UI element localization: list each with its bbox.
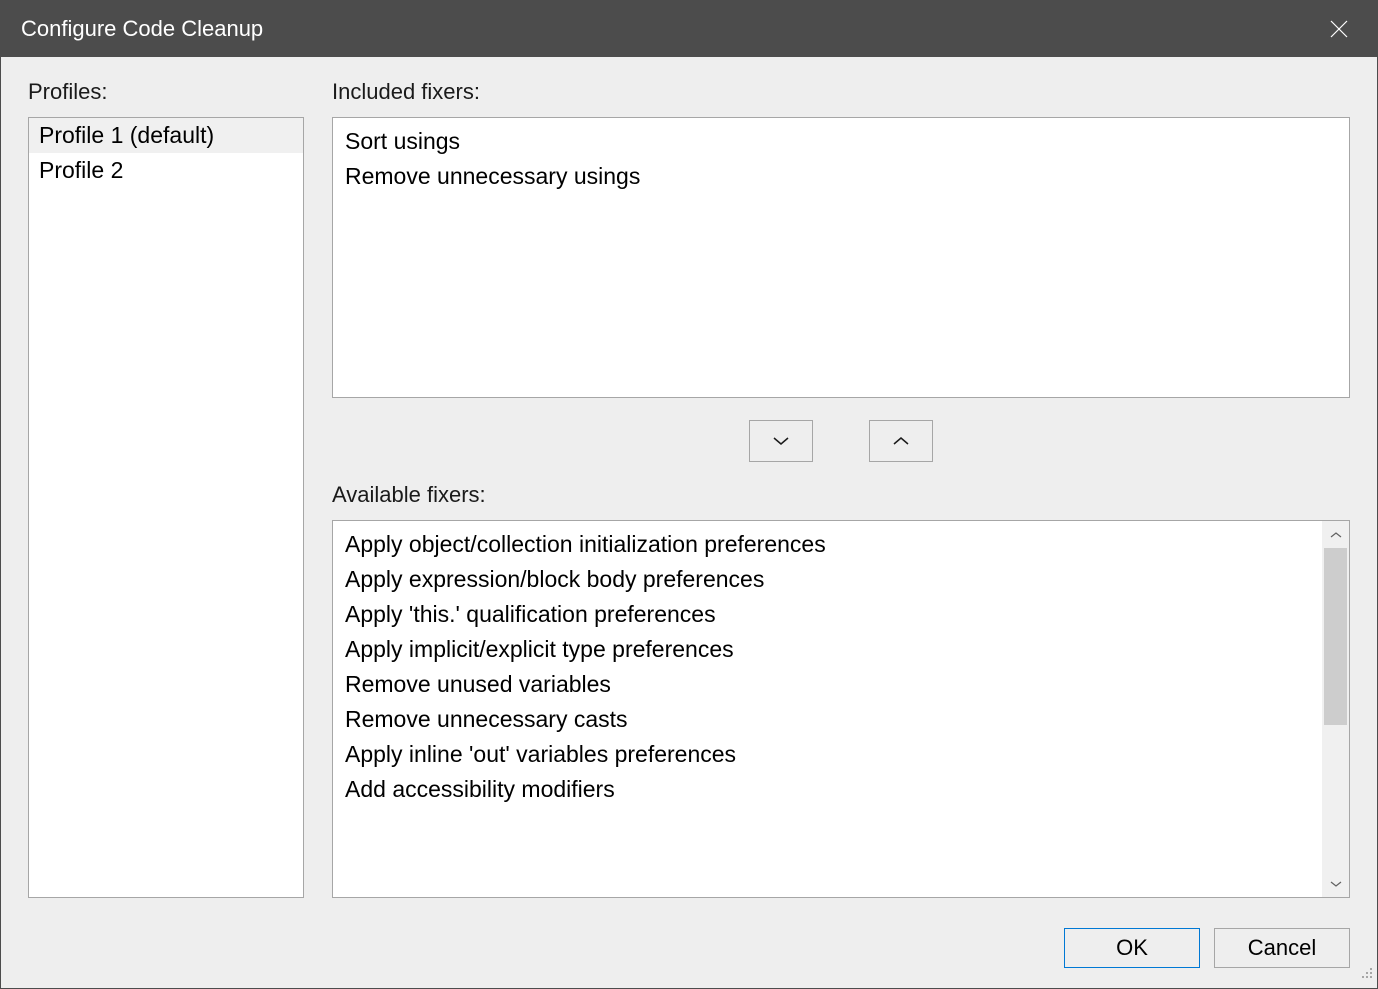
available-fixers-list[interactable]: Apply object/collection initialization p… [333, 521, 1322, 897]
scroll-up-icon [1330, 531, 1342, 539]
fixer-item[interactable]: Add accessibility modifiers [343, 772, 1312, 807]
chevron-up-icon [892, 435, 910, 447]
profiles-list[interactable]: Profile 1 (default) Profile 2 [28, 117, 304, 898]
move-down-button[interactable] [749, 420, 813, 462]
move-buttons-row [332, 398, 1350, 482]
profile-item[interactable]: Profile 1 (default) [29, 118, 303, 153]
included-label: Included fixers: [332, 79, 1350, 105]
available-label: Available fixers: [332, 482, 1350, 508]
resize-grip[interactable] [1358, 964, 1374, 985]
scroll-thumb[interactable] [1324, 548, 1347, 725]
profiles-label: Profiles: [28, 79, 304, 105]
fixers-column: Included fixers: Sort usings Remove unne… [332, 79, 1350, 898]
scroll-up-button[interactable] [1322, 521, 1349, 548]
resize-grip-icon [1358, 964, 1374, 980]
dialog-content: Profiles: Profile 1 (default) Profile 2 … [1, 57, 1377, 988]
fixer-item[interactable]: Apply 'this.' qualification preferences [343, 597, 1312, 632]
scrollbar[interactable] [1322, 521, 1349, 897]
scroll-down-button[interactable] [1322, 870, 1349, 897]
included-fixers-list[interactable]: Sort usings Remove unnecessary usings [332, 117, 1350, 398]
available-wrapper: Available fixers: Apply object/collectio… [332, 482, 1350, 898]
fixer-item[interactable]: Remove unused variables [343, 667, 1312, 702]
main-row: Profiles: Profile 1 (default) Profile 2 … [28, 79, 1350, 898]
profile-item[interactable]: Profile 2 [29, 153, 303, 188]
close-icon [1330, 20, 1348, 38]
scroll-down-icon [1330, 880, 1342, 888]
available-fixers-box: Apply object/collection initialization p… [332, 520, 1350, 898]
fixer-item[interactable]: Sort usings [343, 124, 1339, 159]
fixer-item[interactable]: Apply implicit/explicit type preferences [343, 632, 1312, 667]
window-title: Configure Code Cleanup [21, 16, 263, 42]
chevron-down-icon [772, 435, 790, 447]
fixer-item[interactable]: Apply expression/block body preferences [343, 562, 1312, 597]
move-up-button[interactable] [869, 420, 933, 462]
scroll-track[interactable] [1322, 548, 1349, 870]
fixer-item[interactable]: Remove unnecessary casts [343, 702, 1312, 737]
titlebar: Configure Code Cleanup [1, 1, 1377, 57]
fixer-item[interactable]: Apply inline 'out' variables preferences [343, 737, 1312, 772]
fixer-item[interactable]: Remove unnecessary usings [343, 159, 1339, 194]
dialog-buttons: OK Cancel [28, 898, 1350, 968]
profiles-column: Profiles: Profile 1 (default) Profile 2 [28, 79, 304, 898]
cancel-button[interactable]: Cancel [1214, 928, 1350, 968]
fixer-item[interactable]: Apply object/collection initialization p… [343, 527, 1312, 562]
ok-button[interactable]: OK [1064, 928, 1200, 968]
close-button[interactable] [1319, 9, 1359, 49]
